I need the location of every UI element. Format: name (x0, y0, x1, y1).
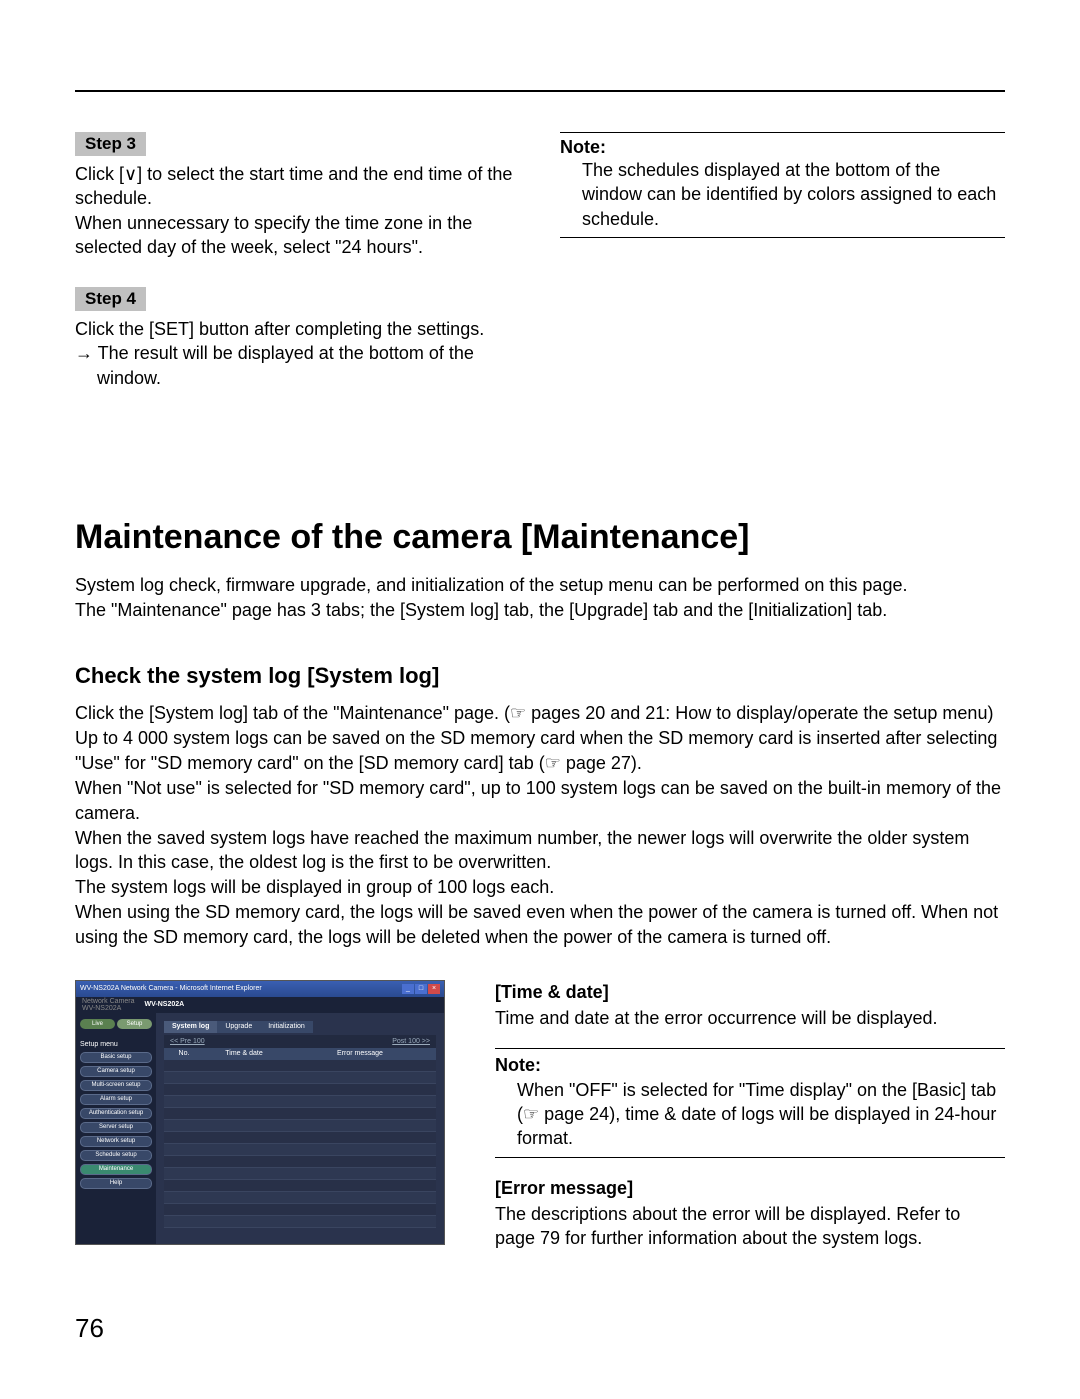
top-horizontal-rule (75, 90, 1005, 92)
table-row (164, 1216, 436, 1228)
tab-upgrade[interactable]: Upgrade (217, 1021, 260, 1033)
table-row (164, 1108, 436, 1120)
sidebar-item-alarm[interactable]: Alarm setup (80, 1094, 152, 1105)
table-row (164, 1120, 436, 1132)
table-header: No. Time & date Error message (164, 1048, 436, 1060)
model-label-bold: WV-NS202A (145, 1001, 185, 1008)
tab-initialization[interactable]: Initialization (260, 1021, 313, 1033)
sidebar-item-maintenance[interactable]: Maintenance (80, 1164, 152, 1175)
minimize-icon[interactable]: _ (402, 984, 414, 994)
time-date-title: [Time & date] (495, 980, 1005, 1004)
time-date-text: Time and date at the error occurrence wi… (495, 1006, 1005, 1030)
window-controls: _ □ × (402, 984, 440, 994)
table-row (164, 1060, 436, 1072)
sidebar-item-help[interactable]: Help (80, 1178, 152, 1189)
table-row (164, 1096, 436, 1108)
page-title: Maintenance of the camera [Maintenance] (75, 518, 1005, 557)
th-time-date: Time & date (204, 1050, 284, 1057)
error-message-title: [Error message] (495, 1176, 1005, 1200)
maximize-icon[interactable]: □ (415, 984, 427, 994)
table-rows (164, 1060, 436, 1228)
sidebar-item-multiscreen[interactable]: Multi-screen setup (80, 1080, 152, 1091)
note2-rule-top (495, 1048, 1005, 1049)
note2-rule-bottom (495, 1157, 1005, 1158)
app-body: Live Setup Setup menu Basic setup Camera… (76, 1013, 444, 1244)
step4-label: Step 4 (75, 287, 146, 311)
screenshot-wrapper: WV-NS202A Network Camera - Microsoft Int… (75, 980, 455, 1251)
step4-line2: → The result will be displayed at the bo… (75, 341, 520, 390)
note-body: The schedules displayed at the bottom of… (560, 158, 1005, 231)
table-row (164, 1132, 436, 1144)
sidebar-item-schedule[interactable]: Schedule setup (80, 1150, 152, 1161)
step3-text: Click [∨] to select the start time and t… (75, 162, 520, 259)
sidebar-item-camera[interactable]: Camera setup (80, 1066, 152, 1077)
note-rule-top (560, 132, 1005, 133)
step4-text: Click the [SET] button after completing … (75, 317, 520, 390)
sidebar-item-basic[interactable]: Basic setup (80, 1052, 152, 1063)
table-row (164, 1204, 436, 1216)
tabs: System log Upgrade Initialization (164, 1021, 436, 1033)
prev-100-link[interactable]: << Pre 100 (170, 1038, 205, 1045)
sidebar-item-server[interactable]: Server setup (80, 1122, 152, 1133)
embedded-screenshot: WV-NS202A Network Camera - Microsoft Int… (75, 980, 445, 1245)
setup-menu-label: Setup menu (80, 1041, 152, 1048)
table-row (164, 1180, 436, 1192)
main-panel: System log Upgrade Initialization << Pre… (156, 1013, 444, 1244)
th-error-message: Error message (284, 1050, 436, 1057)
pager: << Pre 100 Post 100 >> (164, 1035, 436, 1048)
step4-line1: Click the [SET] button after completing … (75, 317, 520, 341)
table-row (164, 1156, 436, 1168)
table-row (164, 1192, 436, 1204)
window-title: WV-NS202A Network Camera - Microsoft Int… (80, 985, 262, 992)
live-setup-toggle: Live Setup (80, 1019, 152, 1029)
syslog-intro: Click the [System log] tab of the "Maint… (75, 701, 1005, 949)
close-icon[interactable]: × (428, 984, 440, 994)
table-row (164, 1168, 436, 1180)
sidebar-item-network[interactable]: Network setup (80, 1136, 152, 1147)
step3-label: Step 3 (75, 132, 146, 156)
top-columns: Step 3 Click [∨] to select the start tim… (75, 132, 1005, 418)
setup-button[interactable]: Setup (117, 1019, 152, 1029)
app-header: Network CameraWV-NS202A WV-NS202A (76, 997, 444, 1013)
note-title: Note: (560, 137, 1005, 158)
sidebar-item-auth[interactable]: Authentication setup (80, 1108, 152, 1119)
tab-system-log[interactable]: System log (164, 1021, 217, 1033)
note2-title: Note: (495, 1053, 1005, 1077)
th-no: No. (164, 1050, 204, 1057)
model-label-small: Network CameraWV-NS202A (82, 998, 135, 1012)
post-100-link[interactable]: Post 100 >> (392, 1038, 430, 1045)
step3-line1: Click [∨] to select the start time and t… (75, 162, 520, 211)
right-info-column: [Time & date] Time and date at the error… (495, 980, 1005, 1251)
table-row (164, 1072, 436, 1084)
left-column: Step 3 Click [∨] to select the start tim… (75, 132, 520, 418)
subsection-title: Check the system log [System log] (75, 663, 1005, 689)
table-row (164, 1144, 436, 1156)
note-rule-bottom (560, 237, 1005, 238)
window-titlebar: WV-NS202A Network Camera - Microsoft Int… (76, 981, 444, 997)
right-column-note: Note: The schedules displayed at the bot… (560, 132, 1005, 418)
note2-body: When "OFF" is selected for "Time display… (495, 1078, 1005, 1151)
live-button[interactable]: Live (80, 1019, 115, 1029)
section-intro: System log check, firmware upgrade, and … (75, 573, 1005, 623)
step3-line2: When unnecessary to specify the time zon… (75, 211, 520, 260)
page-number: 76 (75, 1313, 104, 1344)
sidebar: Live Setup Setup menu Basic setup Camera… (76, 1013, 156, 1244)
bottom-row: WV-NS202A Network Camera - Microsoft Int… (75, 980, 1005, 1251)
table-row (164, 1084, 436, 1096)
error-message-text: The descriptions about the error will be… (495, 1202, 1005, 1251)
